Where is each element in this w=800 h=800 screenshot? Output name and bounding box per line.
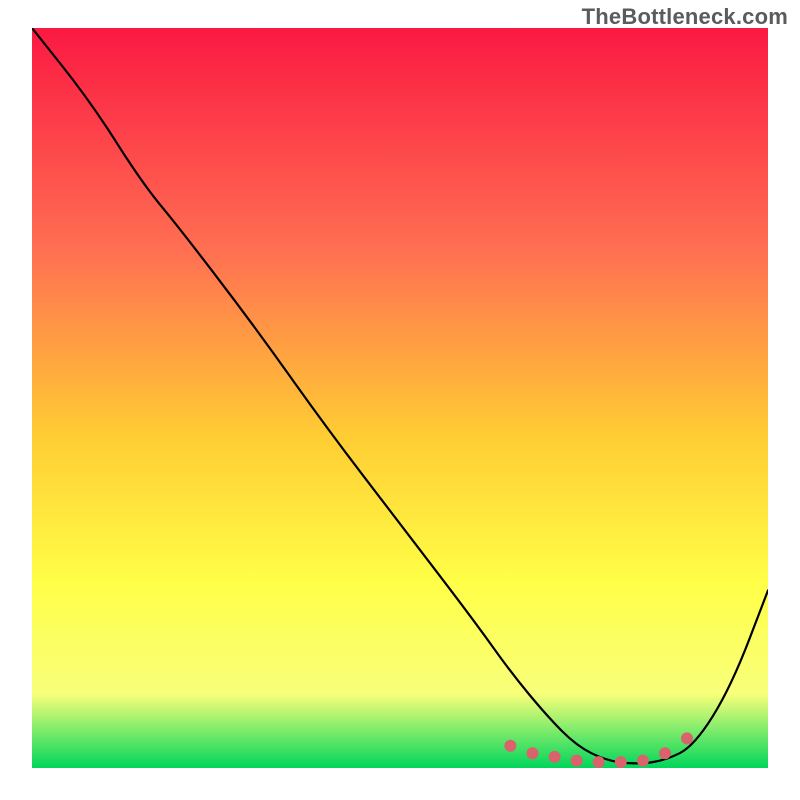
watermark-text: TheBottleneck.com bbox=[582, 4, 788, 30]
optimum-marker bbox=[504, 740, 516, 752]
plot-area bbox=[32, 28, 768, 768]
optimum-marker bbox=[549, 751, 561, 763]
optimum-marker bbox=[681, 732, 693, 744]
optimum-marker bbox=[615, 756, 627, 768]
plot-canvas bbox=[32, 28, 768, 768]
bottleneck-curve-chart bbox=[32, 28, 768, 768]
optimum-marker bbox=[659, 747, 671, 759]
gradient-background bbox=[32, 28, 768, 768]
optimum-marker bbox=[527, 747, 539, 759]
chart-frame: TheBottleneck.com bbox=[0, 0, 800, 800]
optimum-marker bbox=[571, 755, 583, 767]
optimum-marker bbox=[593, 756, 605, 768]
optimum-marker bbox=[637, 755, 649, 767]
